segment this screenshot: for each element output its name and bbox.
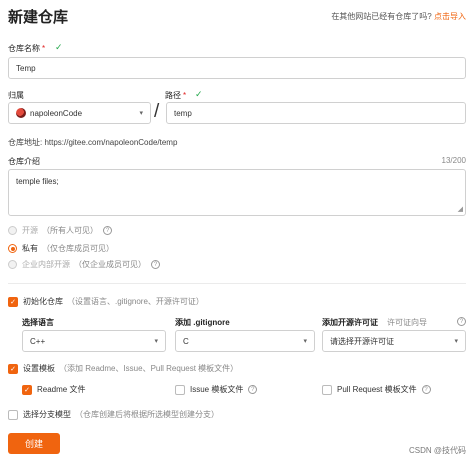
readme-checkbox-row[interactable]: ✓ Readme 文件 <box>22 384 85 395</box>
path-label-text: 路径 <box>165 91 181 100</box>
language-value: C++ <box>30 336 46 346</box>
checkbox-unchecked-icon[interactable] <box>322 384 332 395</box>
visibility-hint: （仅仓库成员可见） <box>42 244 114 253</box>
pr-checkbox-row[interactable]: Pull Request 模板文件 ? <box>322 384 431 395</box>
checkbox-checked-icon[interactable]: ✓ <box>8 363 18 374</box>
template-checkbox-row[interactable]: ✓ 设置模板 （添加 Readme、Issue、Pull Request 模板文… <box>8 363 238 374</box>
page-title: 新建仓库 <box>8 9 69 26</box>
issue-label: Issue 模板文件 <box>190 385 244 394</box>
init-repo-label: 初始化仓库 <box>23 297 63 306</box>
repo-url: 仓库地址: https://gitee.com/napoleonCode/tem… <box>8 138 178 147</box>
branch-model-checkbox-row[interactable]: 选择分支模型 （仓库创建后将根据所选模型创建分支） <box>8 409 219 420</box>
description-value: temple files; <box>16 177 59 186</box>
description-textarea[interactable]: temple files; ◢ <box>8 169 466 216</box>
license-label: 添加开源许可证 <box>322 318 378 327</box>
visibility-label: 企业内部开源 <box>22 260 70 269</box>
description-counter: 13/200 <box>441 156 466 165</box>
license-select[interactable]: 请选择开源许可证 ▾ <box>322 330 466 352</box>
license-helper[interactable]: 许可证向导 <box>387 317 427 328</box>
branch-model-label: 选择分支模型 <box>23 410 71 419</box>
resize-handle-icon[interactable]: ◢ <box>458 206 463 213</box>
template-label: 设置模板 <box>23 364 55 373</box>
path-separator: / <box>154 101 160 122</box>
visibility-label: 开源 <box>22 226 38 235</box>
required-mark: * <box>183 91 187 100</box>
checkbox-unchecked-icon[interactable] <box>175 384 185 395</box>
language-select[interactable]: C++ ▾ <box>22 330 166 352</box>
branch-model-hint: （仓库创建后将根据所选模型创建分支） <box>75 410 219 419</box>
visibility-label: 私有 <box>22 244 38 253</box>
import-hint-text: 在其他网站已经有仓库了吗? <box>331 12 432 21</box>
visibility-hint: （仅企业成员可见） <box>74 260 146 269</box>
checkmark-icon: ✓ <box>55 42 63 52</box>
checkmark-icon: ✓ <box>195 89 203 99</box>
owner-label: 归属 <box>8 91 24 100</box>
checkbox-checked-icon[interactable]: ✓ <box>8 296 18 307</box>
chevron-down-icon: ▾ <box>154 338 158 345</box>
readme-label: Readme 文件 <box>37 385 86 394</box>
visibility-option-public[interactable]: 开源 （所有人可见） ? <box>8 225 112 236</box>
path-input[interactable]: temp <box>166 102 466 124</box>
visibility-option-enterprise[interactable]: 企业内部开源 （仅企业成员可见） ? <box>8 259 160 270</box>
owner-select[interactable]: napoleonCode ▾ <box>8 102 151 124</box>
language-label: 选择语言 <box>22 318 54 327</box>
radio-button[interactable] <box>8 260 17 269</box>
required-mark: * <box>42 44 46 53</box>
visibility-hint: （所有人可见） <box>42 226 98 235</box>
question-circle-icon[interactable]: ? <box>248 385 258 394</box>
description-label: 仓库介绍 <box>8 157 40 166</box>
gitignore-value: C <box>183 336 189 346</box>
repo-name-input[interactable]: Temp <box>8 57 466 79</box>
checkbox-checked-icon[interactable]: ✓ <box>22 384 32 395</box>
avatar <box>16 108 26 118</box>
license-value: 请选择开源许可证 <box>330 336 394 346</box>
question-circle-icon[interactable]: ? <box>457 317 466 326</box>
import-hint: 在其他网站已经有仓库了吗? 点击导入 <box>331 11 466 22</box>
template-hint: （添加 Readme、Issue、Pull Request 模板文件） <box>59 364 239 373</box>
repo-name-label-text: 仓库名称 <box>8 44 40 53</box>
radio-button[interactable] <box>8 226 17 235</box>
question-circle-icon[interactable]: ? <box>103 226 112 235</box>
gitignore-label: 添加 .gitignore <box>175 318 230 327</box>
section-divider <box>8 283 466 284</box>
question-circle-icon[interactable]: ? <box>151 260 160 269</box>
gitignore-select[interactable]: C ▾ <box>175 330 315 352</box>
repo-name-label: 仓库名称 * <box>8 43 45 54</box>
init-repo-checkbox-row[interactable]: ✓ 初始化仓库 （设置语言、.gitignore、开源许可证） <box>8 296 204 307</box>
create-button[interactable]: 创建 <box>8 433 60 454</box>
radio-button[interactable] <box>8 244 17 253</box>
import-link[interactable]: 点击导入 <box>434 12 466 21</box>
question-circle-icon[interactable]: ? <box>421 385 431 394</box>
chevron-down-icon: ▾ <box>139 110 143 117</box>
checkbox-unchecked-icon[interactable] <box>8 409 18 420</box>
owner-value: napoleonCode <box>30 108 83 118</box>
visibility-option-private[interactable]: 私有 （仅仓库成员可见） <box>8 243 114 254</box>
chevron-down-icon: ▾ <box>303 338 307 345</box>
init-repo-hint: （设置语言、.gitignore、开源许可证） <box>67 297 204 306</box>
chevron-down-icon: ▾ <box>454 338 458 345</box>
watermark: CSDN @技代码 <box>408 446 466 455</box>
issue-checkbox-row[interactable]: Issue 模板文件 ? <box>175 384 258 395</box>
pr-label: Pull Request 模板文件 <box>337 385 417 394</box>
path-label: 路径 * <box>165 90 186 101</box>
